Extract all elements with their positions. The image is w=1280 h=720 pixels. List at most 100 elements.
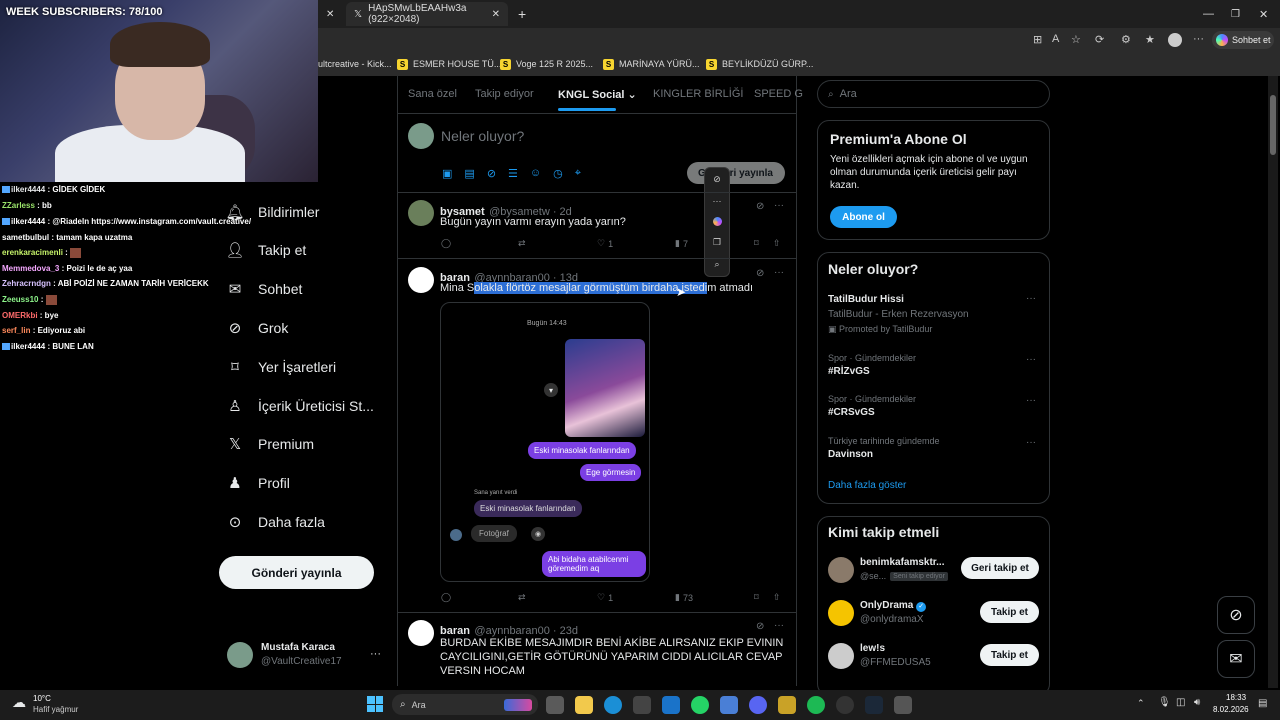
tweet-avatar[interactable]	[408, 620, 434, 646]
scrollbar[interactable]	[1268, 76, 1278, 688]
bookmark-4[interactable]: S MARİNAYA YÜRÜ...	[603, 55, 700, 73]
trend-name[interactable]: TatilBudur Hissi	[828, 294, 904, 305]
grok-floating-button[interactable]: ⊘	[1217, 596, 1255, 634]
steam-icon[interactable]	[865, 696, 883, 714]
microphone-icon[interactable]: 🎙︎	[1158, 697, 1171, 708]
trend-more-icon[interactable]: ···	[1026, 395, 1036, 406]
split-screen-icon[interactable]: ⚙	[1121, 33, 1131, 46]
image-icon[interactable]: ▣	[442, 167, 452, 180]
suggest-name[interactable]: OnlyDrama ✓	[860, 600, 927, 612]
grok-icon[interactable]: ⊘	[756, 621, 764, 632]
active-tab[interactable]: 𝕏 HApSMwLbEAAHw3a (922×2048) ✕	[346, 2, 508, 26]
bookmark-icon[interactable]: ⌑	[754, 238, 759, 249]
like-button[interactable]: ♡ 1	[597, 592, 613, 603]
suggest-name[interactable]: lew!s	[860, 643, 885, 654]
tab-following[interactable]: Takip ediyor	[475, 88, 534, 100]
bookmark-5[interactable]: S BEYLİKDÜZÜ GÜRP...	[706, 55, 813, 73]
discord-icon[interactable]	[749, 696, 767, 714]
messages-floating-button[interactable]: ✉︎	[1217, 640, 1255, 678]
whatsapp-icon[interactable]	[691, 696, 709, 714]
nav-follow[interactable]: 👤︎ Takip et	[225, 236, 306, 264]
subscribe-button[interactable]: Abone ol	[830, 206, 897, 228]
bookmark-icon[interactable]: ⌑	[754, 592, 759, 603]
nav-bookmarks[interactable]: ⌑ Yer İşaretleri	[226, 353, 336, 381]
weather-icon[interactable]: ☁	[12, 694, 26, 711]
profile-avatar-icon[interactable]	[1168, 33, 1182, 47]
wifi-icon[interactable]: ◫	[1176, 697, 1185, 708]
follow-back-button[interactable]: Geri takip et	[961, 557, 1039, 579]
share-icon[interactable]: ⇧	[773, 238, 781, 249]
search-input[interactable]: ⌕ Ara	[817, 80, 1050, 108]
nav-notifications[interactable]: 🔔︎ Bildirimler	[225, 198, 319, 226]
nav-more[interactable]: ⊙ Daha fazla	[226, 508, 325, 536]
follow-button[interactable]: Takip et	[980, 644, 1039, 666]
grok-icon[interactable]: ⊘	[487, 167, 496, 180]
app-icon[interactable]: ⊞	[1033, 33, 1042, 46]
extensions-icon[interactable]: ⟳	[1095, 33, 1104, 46]
nav-profile[interactable]: ♟︎ Profil	[226, 469, 290, 497]
tweet-image[interactable]: Bugün 14:43 ▾ Eski minasolak fanlarından…	[440, 302, 650, 582]
schedule-icon[interactable]: ◷	[553, 167, 563, 180]
follow-button[interactable]: Takip et	[980, 601, 1039, 623]
new-tab-icon[interactable]: +	[510, 2, 534, 26]
scrollbar-thumb[interactable]	[1270, 95, 1276, 155]
tweet-avatar[interactable]	[408, 200, 434, 226]
retweet-icon[interactable]: ⇄	[518, 592, 526, 603]
compose-input[interactable]: Neler oluyor?	[441, 128, 524, 144]
search-icon[interactable]: ⌕	[714, 259, 719, 270]
copilot-button[interactable]: Sohbet et	[1212, 31, 1274, 49]
tray-chevron-icon[interactable]: ⌃	[1137, 698, 1145, 709]
clock-time[interactable]: 18:33	[1226, 693, 1246, 702]
more-icon[interactable]: ···	[713, 196, 722, 206]
store-icon[interactable]	[633, 696, 651, 714]
tweet-avatar[interactable]	[408, 267, 434, 293]
file-explorer-icon[interactable]	[575, 696, 593, 714]
bookmark-1[interactable]: ultcreative - Kick...	[318, 55, 392, 73]
retweet-icon[interactable]: ⇄	[518, 238, 526, 249]
tab-speed[interactable]: SPEED G	[754, 88, 803, 100]
network-app-icon[interactable]	[720, 696, 738, 714]
trend-more-icon[interactable]: ···	[1026, 437, 1036, 448]
suggest-avatar[interactable]	[828, 557, 854, 583]
views-button[interactable]: ▮ 73	[675, 592, 693, 603]
bookmark-3[interactable]: S Voge 125 R 2025...	[500, 55, 593, 73]
suggest-avatar[interactable]	[828, 643, 854, 669]
favorite-star-icon[interactable]: ☆	[1071, 33, 1081, 46]
tweet-more-icon[interactable]: ···	[774, 200, 784, 211]
read-aloud-icon[interactable]: A	[1052, 33, 1059, 45]
hide-icon[interactable]: ⊘	[713, 174, 721, 185]
spotify-icon[interactable]	[807, 696, 825, 714]
trend-more-icon[interactable]: ···	[1026, 293, 1036, 304]
like-button[interactable]: ♡ 1	[597, 238, 613, 249]
nav-premium[interactable]: 𝕏 Premium	[226, 430, 314, 458]
notification-icon[interactable]: ▤	[1258, 698, 1267, 709]
post-button[interactable]: Gönderi yayınla	[219, 556, 374, 589]
clock-date[interactable]: 8.02.2026	[1213, 705, 1249, 714]
trend-more-icon[interactable]: ···	[1026, 354, 1036, 365]
reply-icon[interactable]: ◯	[441, 592, 451, 603]
tweet-more-icon[interactable]: ···	[774, 620, 784, 631]
minimize-icon[interactable]: —	[1195, 2, 1222, 26]
task-view-icon[interactable]	[546, 696, 564, 714]
share-icon[interactable]: ⇧	[773, 592, 781, 603]
trend-name[interactable]: Davinson	[828, 449, 873, 460]
close-tab-icon[interactable]: ✕	[318, 2, 346, 26]
grok-icon[interactable]: ⊘	[756, 201, 764, 212]
compose-post-button[interactable]: Gönderi yayınla	[687, 162, 785, 184]
tab-kngl-social[interactable]: KNGL Social ⌄	[558, 88, 637, 101]
volume-icon[interactable]: 🔊︎	[1194, 697, 1200, 708]
account-avatar[interactable]	[227, 642, 253, 668]
close-icon[interactable]: ✕	[492, 9, 500, 20]
poll-icon[interactable]: ☰	[508, 167, 518, 180]
tab-kingler-birligi[interactable]: KINGLER BİRLİĞİ	[653, 88, 743, 100]
location-icon[interactable]: ⌖	[575, 167, 581, 180]
nav-grok[interactable]: ⊘ Grok	[226, 314, 289, 342]
maximize-icon[interactable]: ❐	[1223, 2, 1248, 26]
favorites-icon[interactable]: ★	[1145, 33, 1155, 46]
start-icon[interactable]	[367, 696, 383, 712]
calculator-icon[interactable]	[894, 696, 912, 714]
game-icon[interactable]	[778, 696, 796, 714]
emoji-icon[interactable]: ☺	[530, 167, 541, 180]
bookmark-2[interactable]: S ESMER HOUSE TÜ...	[397, 55, 501, 73]
nav-chat[interactable]: ✉︎ Sohbet	[226, 275, 303, 303]
